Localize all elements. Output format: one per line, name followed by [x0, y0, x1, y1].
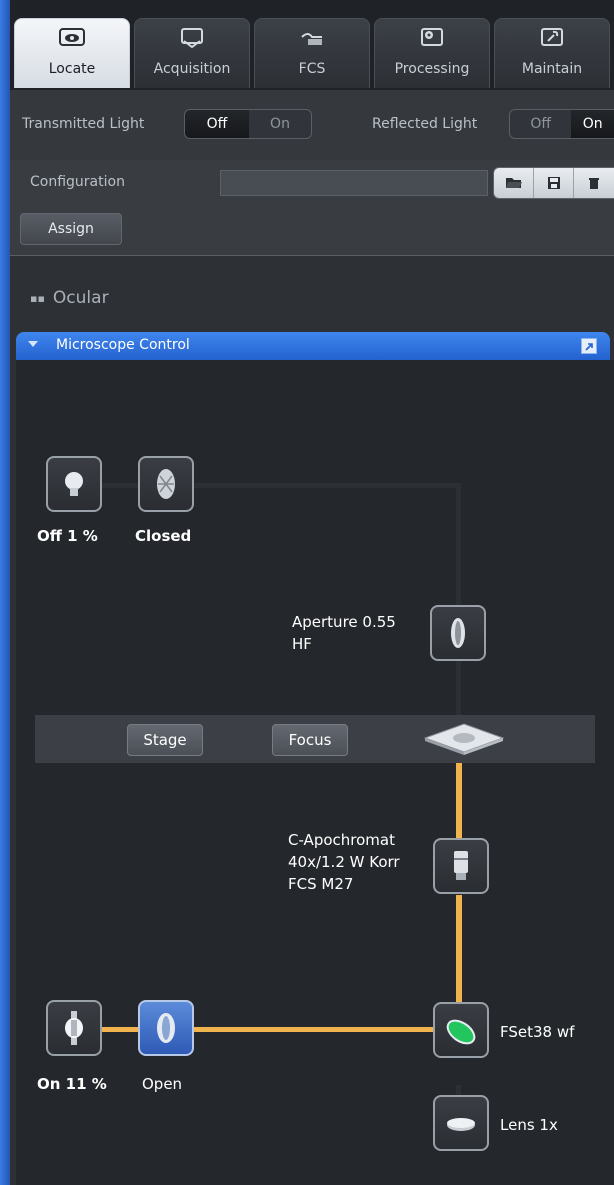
path-bottom-horizontal: [193, 1027, 433, 1032]
reflected-off-option[interactable]: Off: [510, 110, 571, 138]
transmitted-on-option[interactable]: On: [249, 110, 311, 138]
condenser-label-line2: HF: [292, 635, 312, 653]
path-top-horizontal: [193, 483, 461, 488]
path-hbo-shutter: [102, 1027, 140, 1032]
objective-line3: FCS M27: [288, 875, 354, 893]
ocular-section-header[interactable]: ▪▪ Ocular: [30, 288, 109, 308]
top-shutter-button[interactable]: [138, 456, 194, 512]
reflected-on-option[interactable]: On: [571, 110, 614, 138]
focus-button[interactable]: Focus: [272, 724, 348, 756]
tab-processing[interactable]: Processing: [374, 18, 490, 88]
condenser-lens-icon: [451, 618, 465, 648]
tab-acquisition[interactable]: Acquisition: [134, 18, 250, 88]
transmitted-off-option[interactable]: Off: [185, 110, 249, 138]
eye-icon: [59, 28, 85, 46]
top-shutter-status: Closed: [135, 527, 192, 545]
folder-open-icon: [505, 178, 522, 188]
shutter-open-icon: [157, 1013, 175, 1043]
tube-lens-label: Lens 1x: [500, 1116, 558, 1134]
panel-title: Microscope Control: [56, 337, 190, 353]
hbo-lamp-button[interactable]: [46, 1000, 102, 1056]
configuration-toolbar: [493, 167, 614, 199]
hbo-status: On 11 %: [37, 1075, 107, 1093]
reflector-label: FSet38 wf: [500, 1023, 575, 1041]
shutter-closed-icon: [157, 469, 175, 499]
reflector-button[interactable]: [433, 1002, 489, 1058]
transmitted-light-toggle[interactable]: Off On: [184, 109, 312, 139]
tube-lens-icon: [447, 1118, 475, 1131]
folder-open-button[interactable]: [494, 168, 534, 198]
stage-icon[interactable]: [423, 722, 505, 756]
collapse-arrow-icon[interactable]: [28, 341, 38, 347]
save-icon: [547, 177, 560, 189]
left-edge-bar: [0, 0, 10, 1185]
ocular-label: Ocular: [52, 288, 109, 308]
acquisition-icon: [181, 28, 203, 49]
filter-set-icon: [446, 1019, 476, 1045]
reflected-light-label: Reflected Light: [372, 116, 478, 132]
halogen-lamp-button[interactable]: [46, 456, 102, 512]
save-button[interactable]: [534, 168, 574, 198]
hbo-lamp-icon: [65, 1011, 83, 1045]
objective-line1: C-Apochromat: [288, 831, 395, 849]
stage-button[interactable]: Stage: [127, 724, 203, 756]
tab-label: Maintain: [521, 61, 583, 77]
path-stage-objective: [456, 750, 462, 840]
assign-button[interactable]: Assign: [20, 213, 122, 245]
transmitted-light-label: Transmitted Light: [22, 116, 145, 132]
wrench-icon: [541, 28, 563, 46]
tab-label: Acquisition: [153, 61, 231, 77]
popout-arrow: [585, 343, 593, 351]
tab-maintain[interactable]: Maintain: [494, 18, 610, 88]
delete-icon: [589, 178, 599, 189]
bottom-shutter-button[interactable]: [138, 1000, 194, 1056]
objective-button[interactable]: [433, 838, 489, 894]
objective-line2: 40x/1.2 W Korr: [288, 853, 400, 871]
condenser-button[interactable]: [430, 605, 486, 661]
reflected-light-toggle[interactable]: Off On: [509, 109, 614, 139]
objective-icon: [454, 851, 468, 880]
microscope-control-header[interactable]: Microscope Control: [16, 332, 610, 360]
fcs-icon: [301, 33, 322, 45]
condenser-label-line1: Aperture 0.55: [292, 613, 396, 631]
path-top-vertical: [456, 483, 461, 608]
tab-bar: Locate Acquisition FCS Processing Mainta…: [10, 0, 614, 90]
tab-fcs[interactable]: FCS: [254, 18, 370, 88]
lightbulb-icon: [65, 472, 83, 496]
gear-icon: [421, 28, 443, 46]
tab-locate[interactable]: Locate: [14, 18, 130, 88]
delete-button[interactable]: [574, 168, 614, 198]
halogen-status: Off 1 %: [37, 527, 98, 545]
grip-icon: ▪▪: [30, 291, 45, 305]
path-lamp-shutter: [102, 483, 142, 488]
tab-label: Processing: [394, 61, 470, 77]
configuration-label: Configuration: [30, 174, 125, 190]
divider: [10, 255, 614, 256]
bottom-shutter-status: Open: [142, 1075, 183, 1093]
tab-label: Locate: [48, 61, 96, 77]
tab-label: FCS: [298, 61, 326, 77]
configuration-field[interactable]: [220, 170, 488, 196]
popout-icon[interactable]: [581, 338, 597, 354]
tube-lens-button[interactable]: [433, 1095, 489, 1151]
